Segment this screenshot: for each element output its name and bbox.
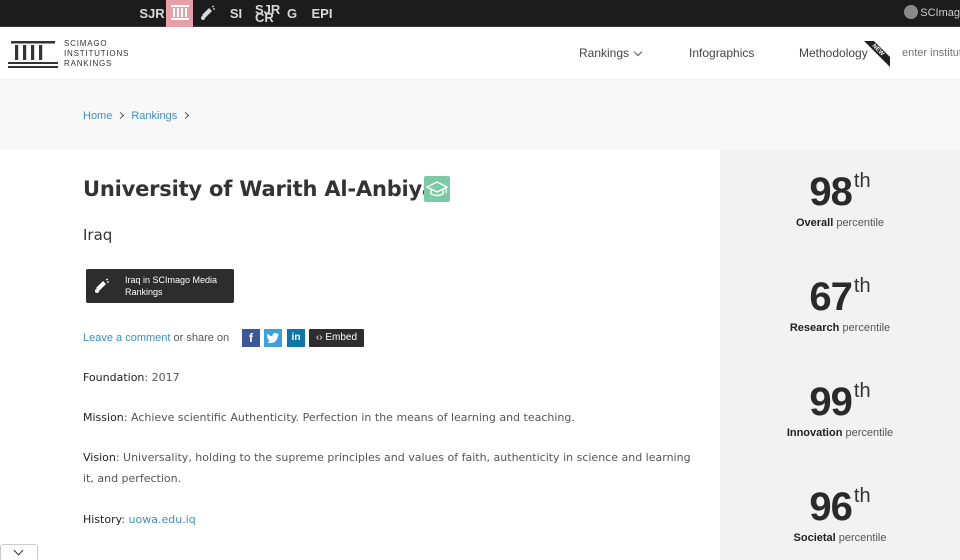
sir-link[interactable] — [166, 0, 193, 27]
mission-label: Mission — [83, 411, 124, 424]
breadcrumb-home[interactable]: Home — [83, 110, 112, 122]
research-percentile-value: 67 — [809, 275, 852, 319]
research-percentile-suffix: th — [853, 275, 871, 297]
breadcrumb-rankings[interactable]: Rankings — [131, 110, 177, 122]
chevron-down-icon — [13, 545, 24, 556]
breadcrumb-band: Home Rankings — [0, 80, 960, 150]
media-rankings-link[interactable] — [197, 0, 219, 27]
logo-text: SCIMAGO INSTITUTIONS RANKINGS — [64, 39, 129, 69]
foundation-value: : 2017 — [144, 371, 180, 384]
logo-line-1: SCIMAGO — [64, 39, 108, 48]
linkedin-share-button[interactable]: in — [287, 329, 305, 347]
sjr-link[interactable]: SJR — [139, 0, 165, 27]
epi-link[interactable]: EPI — [310, 0, 334, 27]
history-field: History: uowa.edu.iq — [83, 509, 693, 530]
overall-percentile: 98th Overall percentile — [720, 170, 960, 229]
share-text: or share on — [170, 332, 230, 344]
facebook-icon: f — [249, 331, 253, 345]
nav-rankings-label: Rankings — [579, 46, 630, 60]
code-icon: ‹› — [315, 332, 323, 343]
institution-country: Iraq — [83, 226, 113, 244]
sir-logo[interactable]: SCIMAGO INSTITUTIONS RANKINGS — [8, 39, 148, 73]
megaphone-icon — [95, 278, 109, 293]
leave-comment-link[interactable]: Leave a comment — [83, 332, 170, 344]
nav-infographics[interactable]: Infographics — [689, 27, 754, 80]
innovation-percentile-suffix: th — [853, 380, 871, 402]
si-link[interactable]: SI — [225, 0, 247, 27]
percentile-panel: 98th Overall percentile 67th Research pe… — [720, 150, 960, 560]
scimago-lab-label: SCImag — [920, 7, 960, 19]
societal-percentile-suffix: th — [853, 485, 871, 507]
g-link[interactable]: G — [282, 0, 302, 27]
scimago-lab-icon — [904, 5, 919, 19]
overall-percentile-tail: percentile — [833, 217, 885, 229]
twitter-icon — [266, 333, 279, 343]
twitter-share-button[interactable] — [264, 329, 282, 347]
logo-line-3: RANKINGS — [64, 59, 113, 68]
nav-methodology[interactable]: Methodology — [799, 27, 868, 80]
societal-percentile: 96th Societal percentile — [720, 485, 960, 544]
breadcrumb: Home Rankings — [83, 110, 196, 122]
nav-rankings[interactable]: Rankings — [579, 27, 643, 80]
media-rankings-button[interactable]: Iraq in SCImago Media Rankings — [86, 269, 234, 303]
research-percentile: 67th Research percentile — [720, 275, 960, 334]
research-percentile-tail: percentile — [839, 322, 891, 334]
chevron-right-icon — [182, 111, 190, 120]
megaphone-icon — [201, 5, 215, 20]
overall-percentile-label: Overall — [795, 217, 834, 229]
vision-label: Vision — [83, 451, 116, 464]
top-site-bar: SJR SI SJR CR G EPI SCImag — [0, 0, 960, 27]
research-percentile-label: Research — [789, 322, 840, 334]
innovation-percentile-tail: percentile — [842, 427, 894, 439]
history-label: History — [83, 513, 122, 526]
vision-field: Vision: Universality, holding to the sup… — [83, 447, 693, 489]
media-rankings-label-line-2: Rankings — [125, 287, 163, 297]
institution-search-input[interactable] — [902, 43, 960, 63]
foundation-field: Foundation: 2017 — [83, 367, 693, 388]
collapse-toggle-button[interactable] — [0, 544, 38, 560]
history-sep: : — [121, 513, 129, 526]
societal-percentile-label: Societal — [793, 532, 836, 544]
institution-name: University of Warith Al-Anbiyaa — [83, 177, 450, 201]
logo-columns-icon — [8, 41, 58, 68]
chevron-down-icon — [633, 47, 643, 57]
overall-percentile-suffix: th — [853, 170, 871, 192]
innovation-percentile-value: 99 — [809, 380, 852, 424]
history-website-link[interactable]: uowa.edu.iq — [129, 513, 196, 526]
scimago-lab-link[interactable]: SCImag — [898, 0, 960, 27]
facebook-share-button[interactable]: f — [242, 329, 260, 347]
sjr-cr-link[interactable]: SJR CR — [255, 0, 280, 27]
innovation-percentile: 99th Innovation percentile — [720, 380, 960, 439]
societal-percentile-value: 96 — [809, 485, 852, 529]
vision-value: : Universality, holding to the supreme p… — [83, 451, 691, 485]
graduation-cap-icon — [424, 176, 450, 202]
chevron-right-icon — [117, 111, 125, 120]
institution-icon — [170, 5, 189, 20]
mission-value: : Achieve scientific Authenticity. Perfe… — [123, 411, 575, 424]
foundation-label: Foundation — [83, 371, 145, 384]
mission-field: Mission: Achieve scientific Authenticity… — [83, 407, 693, 428]
linkedin-icon: in — [291, 332, 301, 343]
societal-percentile-tail: percentile — [835, 532, 887, 544]
logo-line-2: INSTITUTIONS — [64, 49, 130, 58]
embed-button[interactable]: ‹› Embed — [309, 329, 364, 347]
new-ribbon-badge: NEW — [864, 41, 890, 67]
media-rankings-label: Iraq in SCImago Media Rankings — [125, 274, 217, 298]
innovation-percentile-label: Innovation — [786, 427, 843, 439]
main-header: SCIMAGO INSTITUTIONS RANKINGS Rankings I… — [0, 27, 960, 80]
sjr-cr-bottom: CR — [255, 10, 274, 25]
share-line: Leave a comment or share on — [83, 330, 229, 350]
media-rankings-label-line-1: Iraq in SCImago Media — [125, 275, 218, 285]
overall-percentile-value: 98 — [809, 170, 852, 214]
institution-profile: University of Warith Al-Anbiyaa Iraq Ira… — [0, 150, 720, 560]
embed-label: Embed — [325, 332, 358, 343]
